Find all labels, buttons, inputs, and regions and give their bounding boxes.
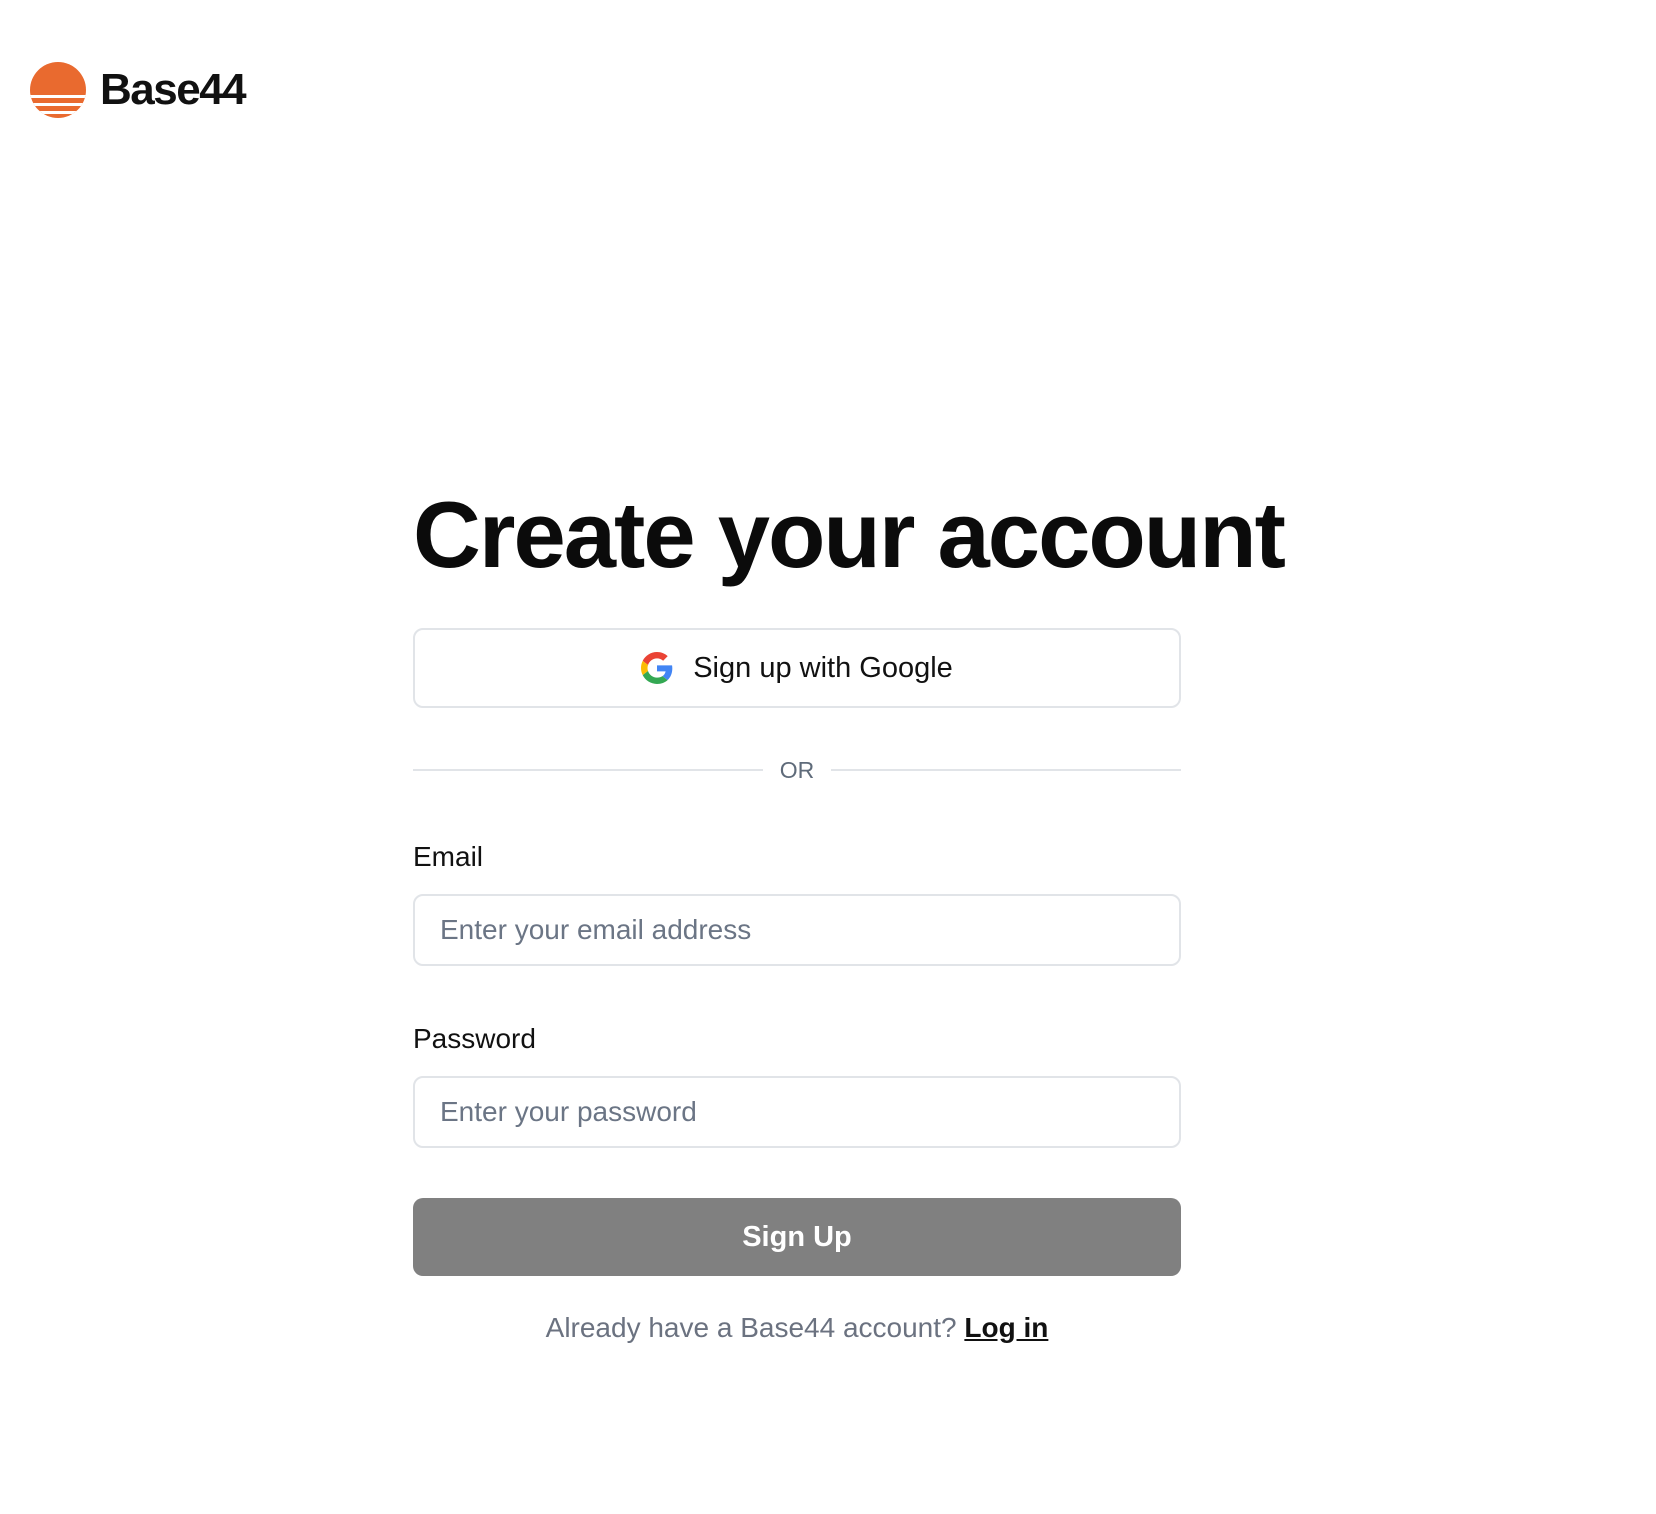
divider-text: OR [779, 756, 815, 783]
brand-header[interactable]: Base44 [30, 62, 247, 118]
signup-page: Base44 Create your account Sign up with … [0, 0, 1656, 1514]
or-divider: OR [413, 754, 1181, 786]
divider-line-left [413, 769, 763, 771]
page-title: Create your account [413, 482, 1286, 587]
password-label: Password [413, 1023, 536, 1054]
login-prompt-text: Already have a Base44 account? [545, 1312, 957, 1343]
divider-line-right [831, 769, 1181, 771]
google-signup-label: Sign up with Google [693, 651, 953, 684]
password-field[interactable] [413, 1076, 1181, 1148]
brand-name: Base44 [100, 65, 247, 114]
log-in-link[interactable]: Log in [964, 1312, 1048, 1343]
google-icon [641, 652, 673, 684]
google-signup-button[interactable]: Sign up with Google [413, 628, 1181, 708]
login-prompt: Already have a Base44 account? Log in [413, 1312, 1181, 1344]
sun-logo-icon [30, 62, 86, 118]
signup-form: Create your account Sign up with Google … [413, 480, 1286, 1344]
email-field[interactable] [413, 894, 1181, 966]
sign-up-button[interactable]: Sign Up [413, 1198, 1181, 1276]
email-label: Email [413, 841, 484, 872]
